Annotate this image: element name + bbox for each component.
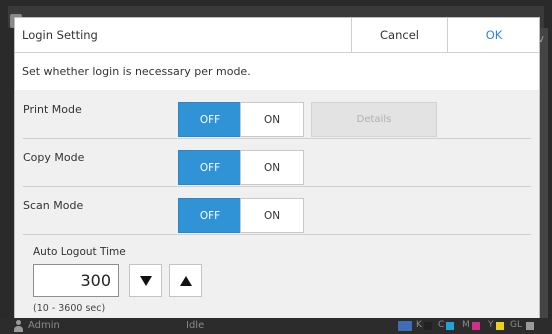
scan-mode-label: Scan Mode — [23, 199, 84, 212]
print-mode-details-button: Details — [311, 102, 437, 137]
ink-swatch-y — [496, 322, 504, 330]
copy-mode-row: Copy Mode OFF ON — [23, 138, 531, 187]
copy-mode-off-button[interactable]: OFF — [178, 150, 242, 185]
ink-swatch-c — [446, 322, 454, 330]
print-mode-off-button[interactable]: OFF — [178, 102, 242, 137]
ink-label-k: K — [416, 320, 422, 330]
auto-logout-range: (10 - 3600 sec) — [33, 303, 106, 314]
scan-mode-row: Scan Mode OFF ON — [23, 186, 531, 235]
ok-button[interactable]: OK — [447, 18, 540, 52]
ink-label-m: M — [462, 320, 470, 330]
ink-swatch-gl — [526, 322, 534, 330]
dialog-title: Login Setting — [22, 28, 98, 42]
login-setting-dialog: Login Setting Cancel OK Set whether logi… — [14, 17, 540, 320]
description-row: Set whether login is necessary per mode. — [15, 53, 539, 91]
copy-mode-label: Copy Mode — [23, 151, 85, 164]
print-mode-row: Print Mode OFF ON Details — [23, 90, 531, 139]
scan-mode-on-button[interactable]: ON — [240, 198, 304, 233]
ink-label-gl: GL — [510, 320, 522, 330]
ink-label-c: C — [438, 320, 445, 330]
triangle-down-icon — [139, 275, 152, 286]
copy-mode-on-button[interactable]: ON — [240, 150, 304, 185]
ink-swatch-k — [424, 322, 432, 330]
auto-logout-label: Auto Logout Time — [33, 246, 126, 258]
status-state: Idle — [186, 320, 205, 331]
decrement-button[interactable] — [129, 264, 162, 297]
print-mode-on-button[interactable]: ON — [240, 102, 304, 137]
scan-mode-off-button[interactable]: OFF — [178, 198, 242, 233]
increment-button[interactable] — [169, 264, 202, 297]
print-mode-label: Print Mode — [23, 103, 82, 116]
dialog-header: Login Setting Cancel OK — [15, 18, 539, 53]
ink-label-y: Y — [488, 320, 494, 330]
status-user: Admin — [28, 320, 60, 331]
triangle-up-icon — [179, 275, 192, 286]
status-bar: Admin Idle K C M Y GL — [0, 318, 552, 334]
user-icon — [14, 320, 23, 332]
printer-icon — [398, 321, 412, 331]
cancel-button[interactable]: Cancel — [351, 18, 447, 52]
dialog-description: Set whether login is necessary per mode. — [22, 65, 251, 78]
auto-logout-input[interactable]: 300 — [33, 264, 119, 297]
ink-swatch-m — [472, 322, 480, 330]
